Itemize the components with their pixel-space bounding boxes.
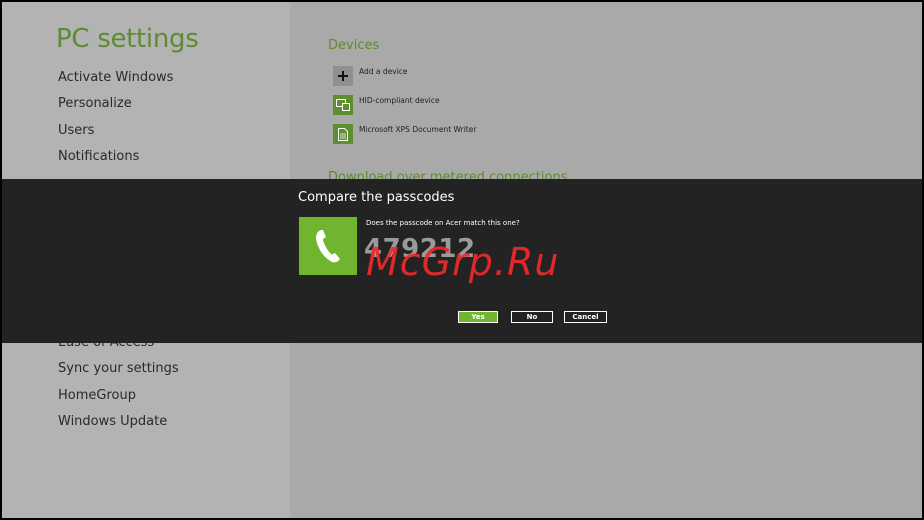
app-title: PC settings xyxy=(56,24,199,54)
phone-icon xyxy=(299,217,357,275)
watermark: McGrp.Ru xyxy=(366,240,560,284)
devices-section-title: Devices xyxy=(328,38,380,53)
cancel-button[interactable]: Cancel xyxy=(564,311,607,323)
device-icon xyxy=(333,95,353,115)
device-label-xps: Microsoft XPS Document Writer xyxy=(359,125,477,134)
nav-item-sync-settings[interactable]: Sync your settings xyxy=(58,356,179,382)
plus-icon xyxy=(333,66,353,86)
yes-button[interactable]: Yes xyxy=(458,311,498,323)
nav-item-notifications[interactable]: Notifications xyxy=(58,144,173,170)
no-button[interactable]: No xyxy=(511,311,553,323)
printer-document-icon xyxy=(333,124,353,144)
dialog-title: Compare the passcodes xyxy=(298,190,455,205)
passcode-question: Does the passcode on Acer match this one… xyxy=(366,219,520,227)
nav-item-personalize[interactable]: Personalize xyxy=(58,91,173,117)
device-label-add: Add a device xyxy=(359,67,408,76)
add-device-button[interactable]: Add a device xyxy=(333,66,408,88)
nav-item-windows-update[interactable]: Windows Update xyxy=(58,409,179,435)
nav-item-homegroup[interactable]: HomeGroup xyxy=(58,383,179,409)
nav-item-users[interactable]: Users xyxy=(58,118,173,144)
nav-item-activate-windows[interactable]: Activate Windows xyxy=(58,65,173,91)
nav-list-bottom: Ease of Access Sync your settings HomeGr… xyxy=(58,330,179,436)
nav-list-top: Activate Windows Personalize Users Notif… xyxy=(58,65,173,171)
device-label-hid: HID-compliant device xyxy=(359,96,440,105)
device-item-hid[interactable]: HID-compliant device xyxy=(333,95,440,117)
device-item-xps[interactable]: Microsoft XPS Document Writer xyxy=(333,124,476,146)
